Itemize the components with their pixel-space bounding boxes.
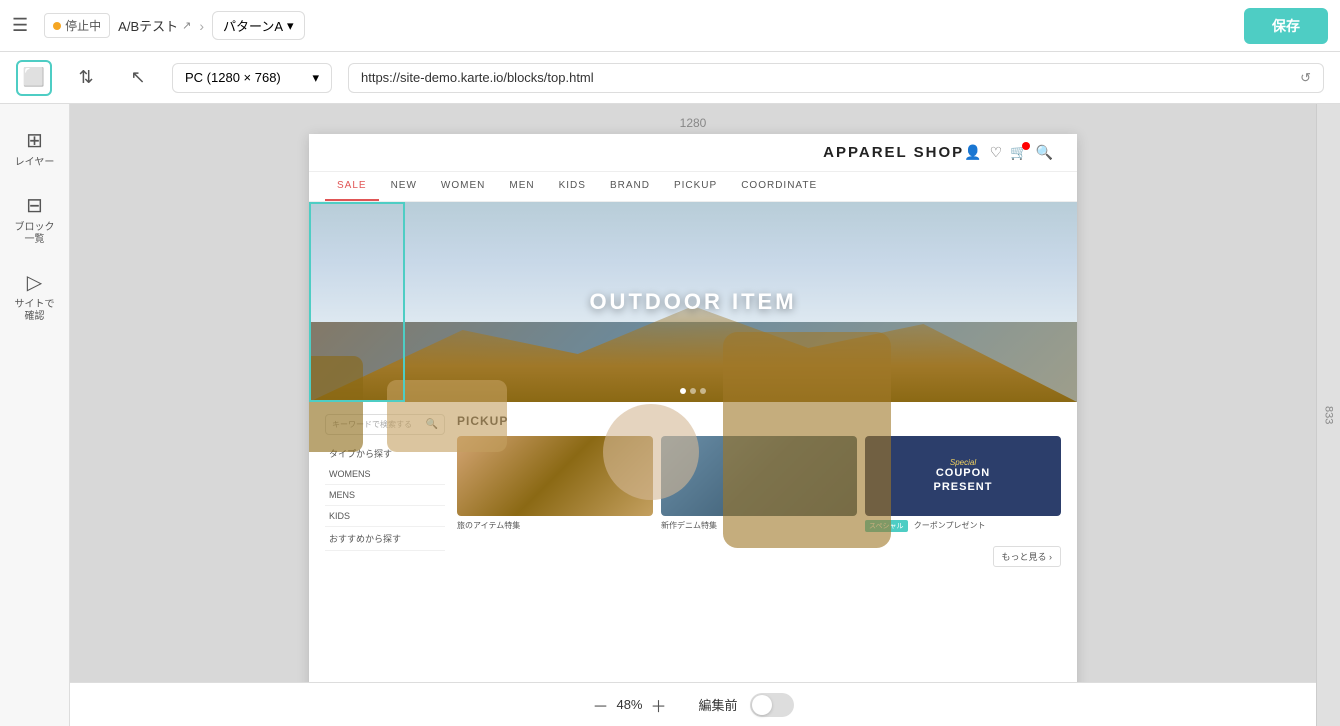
device-selector[interactable]: PC (1280 × 768) ▾ — [172, 63, 332, 93]
status-label: 停止中 — [65, 17, 101, 34]
favorite-icon[interactable]: ♡ — [990, 144, 1003, 161]
left-sidebar: ⊞ レイヤー ⊟ ブロック一覧 ▷ サイトで確認 — [0, 104, 70, 726]
url-text: https://site-demo.karte.io/blocks/top.ht… — [361, 70, 594, 85]
save-button[interactable]: 保存 — [1244, 8, 1328, 44]
secondary-toolbar: ⬜ ⇅ ↖ PC (1280 × 768) ▾ https://site-dem… — [0, 52, 1340, 104]
top-toolbar: ☰ 停止中 A/Bテスト ↗ › パターンA ▾ 保存 — [0, 0, 1340, 52]
menu-icon[interactable]: ☰ — [12, 15, 28, 36]
canvas-width-label: 1280 — [680, 116, 707, 130]
layers-icon: ⊞ — [26, 128, 43, 153]
refresh-icon[interactable]: ↺ — [1300, 70, 1311, 86]
sidebar-item-layers[interactable]: ⊞ レイヤー — [6, 120, 64, 177]
sidebar-item-label: サイトで確認 — [12, 299, 58, 323]
blocks-icon: ⊟ — [26, 193, 43, 218]
shop-header-icons: 👤 ♡ 🛒 🔍 — [964, 144, 1053, 161]
status-dot — [53, 22, 61, 30]
coupon-special-text: Special — [934, 458, 993, 467]
sidebar-item-blocks[interactable]: ⊟ ブロック一覧 — [6, 185, 64, 254]
content-area: キーワードで検索する 🔍 タイプから探す WOMENS MENS KIDS おす… — [309, 402, 1077, 579]
chevron-down-icon: ▾ — [287, 18, 294, 34]
external-link-icon: ↗ — [182, 19, 191, 32]
shop-header: APPAREL SHOP 👤 ♡ 🛒 🔍 — [309, 134, 1077, 172]
more-button[interactable]: もっと見る › — [993, 546, 1062, 567]
pickup-grid: 旅のアイテム特集 新作デニム特集 — [457, 436, 1061, 532]
breadcrumb-separator: › — [199, 18, 204, 34]
coupon-text-block: Special COUPONPRESENT — [934, 458, 993, 493]
sidebar-item-label: レイヤー — [15, 157, 55, 169]
pickup-card-travel[interactable]: 旅のアイテム特集 — [457, 436, 653, 532]
cart-badge-dot — [1022, 142, 1030, 150]
sidebar-item-preview[interactable]: ▷ サイトで確認 — [6, 262, 64, 331]
coupon-main-text: COUPONPRESENT — [934, 467, 993, 493]
select-tool-button[interactable]: ⬜ — [16, 60, 52, 96]
canvas-frame: APPAREL SHOP 👤 ♡ 🛒 🔍 SALE NEW — [309, 134, 1077, 694]
edit-before-label: 編集前 — [699, 695, 738, 714]
main-area: ⊞ レイヤー ⊟ ブロック一覧 ▷ サイトで確認 1280 APPAREL SH… — [0, 104, 1340, 726]
device-label: PC (1280 × 768) — [185, 70, 281, 85]
move-tool-button[interactable]: ⇅ — [68, 60, 104, 96]
ruler-height-label: 833 — [1323, 406, 1335, 424]
user-icon[interactable]: 👤 — [964, 144, 981, 161]
canvas-area: 1280 APPAREL SHOP 👤 ♡ 🛒 🔍 — [70, 104, 1316, 726]
edit-before-toggle[interactable] — [750, 693, 794, 717]
cursor-tool-button[interactable]: ↖ — [120, 60, 156, 96]
zoom-value: 48% — [616, 697, 642, 712]
search-icon[interactable]: 🔍 — [1036, 144, 1053, 161]
cart-icon[interactable]: 🛒 — [1010, 144, 1027, 161]
sidebar-item-label: ブロック一覧 — [12, 222, 58, 246]
hero-selection-border — [309, 202, 405, 402]
zoom-control: － 48% ＋ — [592, 693, 666, 717]
status-badge: 停止中 — [44, 13, 110, 38]
url-bar: https://site-demo.karte.io/blocks/top.ht… — [348, 63, 1324, 93]
pickup-img-travel — [457, 436, 653, 516]
travel-bg — [457, 436, 653, 516]
chevron-down-icon: ▾ — [312, 70, 319, 86]
pickup-section: PICKUP — [457, 414, 1061, 567]
toggle-knob — [752, 695, 772, 715]
bottom-toolbar: － 48% ＋ 編集前 — [70, 682, 1316, 726]
ab-test-label[interactable]: A/Bテスト ↗ — [118, 16, 191, 35]
right-ruler: 833 — [1316, 104, 1340, 726]
shop-logo: APPAREL SHOP — [823, 144, 964, 161]
pattern-selector[interactable]: パターンA ▾ — [212, 11, 305, 40]
zoom-in-button[interactable]: ＋ — [651, 693, 667, 717]
zoom-out-button[interactable]: － — [592, 693, 608, 717]
preview-icon: ▷ — [27, 270, 42, 295]
